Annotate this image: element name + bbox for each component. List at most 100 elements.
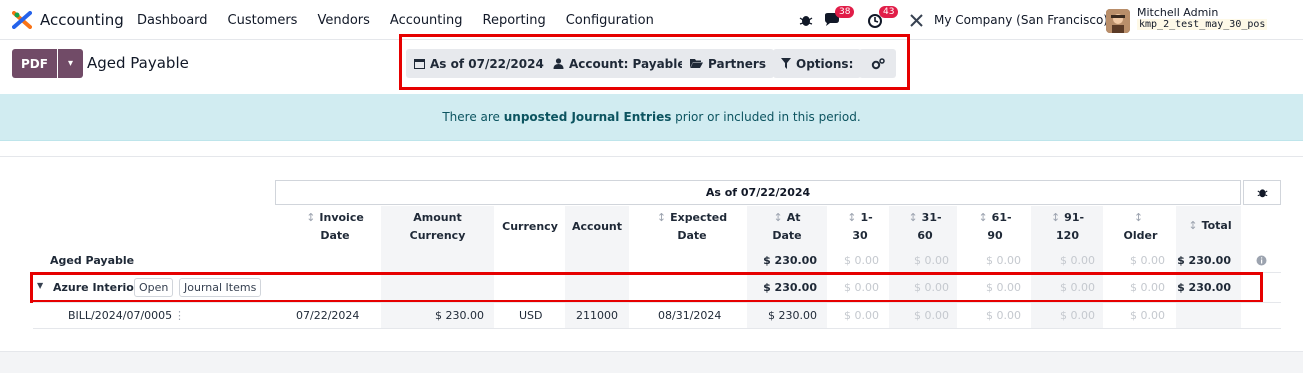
period-header: As of 07/22/2024 <box>275 180 1241 205</box>
banner-prefix: There are <box>442 110 504 124</box>
col-currency[interactable]: Currency <box>500 218 560 236</box>
sort-icon: ↕ <box>773 211 783 224</box>
caret-down-icon: ▾ <box>67 58 74 69</box>
date-filter-label: As of 07/22/2024 <box>430 56 544 71</box>
company-switcher[interactable]: My Company (San Francisco) <box>934 13 1108 27</box>
col-91-120-l2: 120 <box>1056 229 1079 242</box>
partner-1-30: $ 0.00 <box>844 281 879 294</box>
settings-button[interactable] <box>859 49 896 78</box>
col-31-60[interactable]: ↕ 31- 60 <box>905 209 945 245</box>
messages-icon[interactable]: 38 <box>823 6 855 32</box>
kebab-menu-icon[interactable]: ⋮ <box>174 309 185 322</box>
report-title: Aged Payable <box>87 54 189 72</box>
partner-61-90: $ 0.00 <box>986 281 1021 294</box>
col-61-90[interactable]: ↕ 61- 90 <box>975 209 1015 245</box>
sort-icon: ↕ <box>306 211 316 224</box>
options-filter-button[interactable]: Options: <box>773 49 862 78</box>
sort-icon: ↕ <box>656 211 667 224</box>
col-amount-currency-l1: Amount <box>413 211 462 224</box>
line-1-30: $ 0.00 <box>844 309 879 322</box>
debug-icon[interactable] <box>799 8 813 32</box>
open-partner-button[interactable]: Open <box>134 278 174 297</box>
col-91-120[interactable]: ↕ 91- 120 <box>1045 209 1090 245</box>
col-31-60-l1: 31- <box>921 211 942 224</box>
col-91-120-l1: 91- <box>1064 211 1085 224</box>
col-expected-date-l1: Expected <box>670 211 728 224</box>
col-expected-date-l2: Date <box>677 229 707 242</box>
total-older: $ 0.00 <box>1130 254 1165 267</box>
line-amount-currency: $ 230.00 <box>435 309 484 322</box>
tools-icon[interactable] <box>909 8 924 32</box>
line-91-120: $ 0.00 <box>1060 309 1095 322</box>
partners-filter-label: Partners <box>708 56 766 71</box>
col-account[interactable]: Account <box>567 218 627 236</box>
col-older-label: Older <box>1123 229 1158 242</box>
menu-dashboard[interactable]: Dashboard <box>137 13 208 28</box>
col-1-30-l1: 1- <box>860 211 873 224</box>
app-name[interactable]: Accounting <box>40 11 124 29</box>
col-at-date[interactable]: ↕ At Date <box>762 209 812 245</box>
caret-down-icon[interactable]: ▼ <box>37 281 43 290</box>
menu-vendors[interactable]: Vendors <box>317 13 369 28</box>
col-amount-currency-l2: Currency <box>409 229 466 242</box>
activities-icon[interactable]: 43 <box>867 6 899 32</box>
col-31-60-l2: 60 <box>917 229 933 242</box>
line-expected-date: 08/31/2024 <box>658 309 722 322</box>
menu-reporting[interactable]: Reporting <box>483 13 546 28</box>
col-1-30[interactable]: ↕ 1- 30 <box>840 209 880 245</box>
pdf-button[interactable]: PDF <box>12 49 57 78</box>
line-account: 211000 <box>576 309 618 322</box>
user-name[interactable]: Mitchell Admin <box>1137 6 1218 19</box>
line-older: $ 0.00 <box>1130 309 1165 322</box>
debug-cell[interactable] <box>1243 180 1281 205</box>
bug-icon <box>1257 189 1267 198</box>
col-at-date-l1: At <box>786 211 801 224</box>
user-avatar[interactable] <box>1106 9 1130 33</box>
col-older[interactable]: ↕ Older <box>1118 209 1163 245</box>
menu-accounting[interactable]: Accounting <box>390 13 463 28</box>
col-invoice-date[interactable]: ↕ Invoice Date <box>300 209 370 245</box>
partners-filter-button[interactable]: Partners <box>682 49 774 78</box>
activities-badge: 43 <box>879 6 899 18</box>
folder-open-icon <box>690 59 703 68</box>
col-61-90-l2: 90 <box>987 229 1003 242</box>
col-expected-date[interactable]: ↕ Expected Date <box>652 209 732 245</box>
line-61-90: $ 0.00 <box>986 309 1021 322</box>
col-invoice-date-l1: Invoice <box>319 211 364 224</box>
total-1-30: $ 0.00 <box>844 254 879 267</box>
partner-at-date: $ 230.00 <box>763 281 817 294</box>
total-row-label: Aged Payable <box>50 254 135 267</box>
col-1-30-l2: 30 <box>852 229 868 242</box>
sheet-footer <box>0 351 1303 373</box>
date-filter-button[interactable]: As of 07/22/2024 <box>406 49 552 78</box>
menu-configuration[interactable]: Configuration <box>566 13 654 28</box>
user-icon <box>553 58 564 69</box>
partner-name[interactable]: Azure Interior <box>53 281 139 294</box>
database-name: kmp_2_test_may_30_pos <box>1137 19 1268 30</box>
sort-icon: ↕ <box>847 211 857 224</box>
col-amount-currency[interactable]: Amount Currency <box>400 209 475 245</box>
info-icon[interactable] <box>1256 255 1267 269</box>
move-line-name[interactable]: BILL/2024/07/0005 <box>68 309 172 322</box>
col-61-90-l1: 61- <box>991 211 1012 224</box>
total-at-date: $ 230.00 <box>763 254 817 267</box>
total-total: $ 230.00 <box>1177 254 1231 267</box>
col-total-label: Total <box>1201 219 1232 232</box>
sheet-border <box>0 156 1303 157</box>
sort-icon: ↕ <box>1133 211 1144 224</box>
account-filter-button[interactable]: Account: Payable <box>545 49 694 78</box>
banner-suffix: prior or included in this period. <box>671 110 861 124</box>
total-61-90: $ 0.00 <box>986 254 1021 267</box>
calendar-icon <box>414 59 425 69</box>
col-total[interactable]: ↕ Total <box>1180 217 1240 235</box>
journal-items-button[interactable]: Journal Items <box>179 278 262 297</box>
menu-customers[interactable]: Customers <box>228 13 298 28</box>
sort-icon: ↕ <box>978 211 988 224</box>
line-31-60: $ 0.00 <box>914 309 949 322</box>
partner-older: $ 0.00 <box>1130 281 1165 294</box>
partner-31-60: $ 0.00 <box>914 281 949 294</box>
print-dropdown-button[interactable]: ▾ <box>58 49 83 78</box>
accounting-app-icon[interactable] <box>12 11 32 29</box>
gears-icon <box>871 57 885 69</box>
unposted-entries-link[interactable]: unposted Journal Entries <box>504 110 672 124</box>
